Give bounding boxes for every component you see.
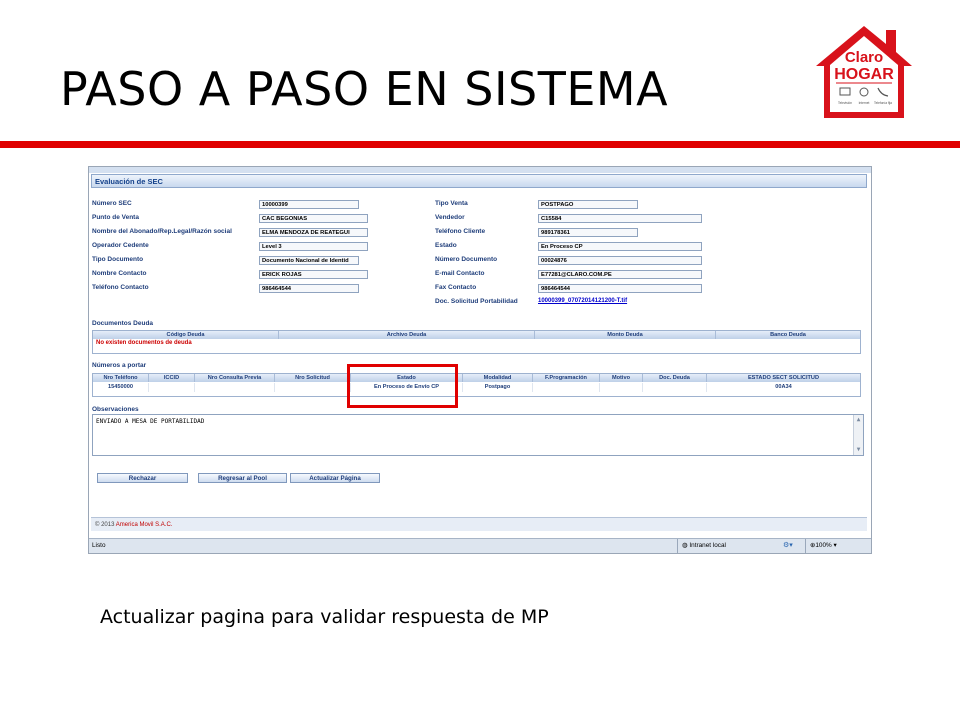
col-doc-deuda[interactable]: Doc. Deuda: [643, 374, 707, 382]
observaciones-title: Observaciones: [92, 406, 139, 413]
documentos-deuda-title: Documentos Deuda: [92, 320, 154, 327]
numeros-portar-title: Números a portar: [92, 362, 147, 369]
field-tipo-documento[interactable]: Documento Nacional de Identid: [259, 256, 359, 265]
regresar-pool-button[interactable]: Regresar al Pool: [198, 473, 287, 483]
label-numero-sec: Número SEC: [92, 200, 132, 207]
security-zone[interactable]: ◍ Intranet local: [677, 539, 726, 553]
no-documents-message: No existen documentos de deuda: [96, 340, 192, 346]
logo-sub-tv: Televisión: [838, 101, 852, 105]
label-fax-contacto: Fax Contacto: [435, 284, 477, 291]
field-numero-sec[interactable]: 10000399: [259, 200, 359, 209]
field-nombre-abonado[interactable]: ELMA MENDOZA DE REATEGUI: [259, 228, 368, 237]
label-estado: Estado: [435, 242, 457, 249]
field-telefono-cliente[interactable]: 989178361: [538, 228, 638, 237]
scroll-down-icon[interactable]: ▼: [854, 445, 863, 455]
col-banco-deuda[interactable]: Banco Deuda: [716, 331, 860, 339]
cell-nro-consulta-previa: [195, 383, 275, 392]
col-nro-solicitud[interactable]: Nro Solicitud: [275, 374, 351, 382]
logo-sub-internet: Internet: [859, 101, 870, 105]
documentos-deuda-header: Código Deuda Archivo Deuda Monto Deuda B…: [93, 331, 860, 339]
claro-hogar-logo: Claro HOGAR Televisión Internet Telefoní…: [816, 26, 912, 118]
field-operador-cedente[interactable]: Level 3: [259, 242, 368, 251]
slide-caption: Actualizar pagina para validar respuesta…: [100, 606, 549, 628]
logo-line2: HOGAR: [834, 66, 894, 83]
col-monto-deuda[interactable]: Monto Deuda: [535, 331, 716, 339]
zoom-control[interactable]: ⊕100% ▾: [805, 539, 837, 553]
label-email-contacto: E-mail Contacto: [435, 270, 485, 277]
doc-solicitud-link[interactable]: 10000399_07072014121200-T.tif: [538, 298, 627, 304]
security-zone-label: Intranet local: [689, 542, 726, 549]
cell-f-programacion: [533, 383, 600, 392]
title-divider: [0, 141, 960, 148]
observaciones-scrollbar[interactable]: ▲ ▼: [853, 415, 863, 455]
label-telefono-cliente: Teléfono Cliente: [435, 228, 486, 235]
cell-iccid: [149, 383, 195, 392]
numeros-portar-grid: Nro Teléfono ICCID Nro Consulta Previa N…: [92, 373, 861, 397]
zoom-level: 100%: [815, 542, 832, 549]
field-punto-venta[interactable]: CAC BEGONIAS: [259, 214, 368, 223]
scroll-up-icon[interactable]: ▲: [854, 415, 863, 425]
status-text: Listo: [92, 542, 106, 549]
numeros-portar-header: Nro Teléfono ICCID Nro Consulta Previa N…: [93, 374, 860, 382]
col-motivo[interactable]: Motivo: [600, 374, 643, 382]
col-archivo-deuda[interactable]: Archivo Deuda: [279, 331, 535, 339]
highlight-box-estado: [347, 364, 458, 408]
browser-screenshot: Evaluación de SEC Número SEC 10000399 Pu…: [88, 166, 872, 554]
documentos-deuda-grid: Código Deuda Archivo Deuda Monto Deuda B…: [92, 330, 861, 354]
globe-icon: ◍: [682, 542, 688, 549]
col-estado-sect-solicitud[interactable]: ESTADO SECT SOLICITUD: [707, 374, 860, 382]
cell-nro-telefono: 15450000: [93, 383, 149, 392]
panel-title: Evaluación de SEC: [91, 174, 867, 188]
col-f-programacion[interactable]: F.Programación: [533, 374, 600, 382]
col-codigo-deuda[interactable]: Código Deuda: [93, 331, 279, 339]
field-vendedor[interactable]: C15584: [538, 214, 702, 223]
col-iccid[interactable]: ICCID: [149, 374, 195, 382]
label-vendedor: Vendedor: [435, 214, 465, 221]
col-modalidad[interactable]: Modalidad: [463, 374, 533, 382]
footer-copyright: © 2013: [95, 522, 115, 528]
window-top-edge: [89, 167, 871, 173]
page-footer: © 2013 America Movil S.A.C.: [91, 517, 867, 531]
cell-estado-sect-solicitud: 00A34: [775, 384, 792, 390]
field-numero-documento[interactable]: 00024876: [538, 256, 702, 265]
cell-motivo: [600, 383, 643, 392]
rechazar-button[interactable]: Rechazar: [97, 473, 188, 483]
label-numero-documento: Número Documento: [435, 256, 498, 263]
label-nombre-contacto: Nombre Contacto: [92, 270, 147, 277]
field-telefono-contacto[interactable]: 986464544: [259, 284, 359, 293]
cell-nro-solicitud: [275, 383, 351, 392]
slide-title: PASO A PASO EN SISTEMA: [60, 62, 669, 116]
protected-mode-icon[interactable]: ⚙▾: [783, 539, 793, 553]
label-doc-solicitud: Doc. Solicitud Portabilidad: [435, 298, 518, 305]
label-tipo-documento: Tipo Documento: [92, 256, 144, 263]
label-operador-cedente: Operador Cedente: [92, 242, 149, 249]
footer-company: America Movil S.A.C.: [115, 522, 173, 528]
field-nombre-contacto[interactable]: ERICK ROJAS: [259, 270, 368, 279]
actualizar-pagina-button[interactable]: Actualizar Página: [290, 473, 380, 483]
col-nro-telefono[interactable]: Nro Teléfono: [93, 374, 149, 382]
label-telefono-contacto: Teléfono Contacto: [92, 284, 149, 291]
col-nro-consulta-previa[interactable]: Nro Consulta Previa: [195, 374, 275, 382]
field-tipo-venta[interactable]: POSTPAGO: [538, 200, 638, 209]
logo-line1: Claro: [845, 49, 883, 66]
field-fax-contacto[interactable]: 986464544: [538, 284, 702, 293]
label-punto-venta: Punto de Venta: [92, 214, 139, 221]
label-nombre-abonado: Nombre del Abonado/Rep.Legal/Razón socia…: [92, 228, 232, 235]
observaciones-textarea[interactable]: ENVIADO A MESA DE PORTABILIDAD ▲ ▼: [92, 414, 864, 456]
observaciones-text: ENVIADO A MESA DE PORTABILIDAD: [96, 418, 205, 425]
browser-status-bar: Listo ◍ Intranet local ⚙▾ ⊕100% ▾: [89, 538, 871, 553]
logo-sub-telefonia: Telefonía fija: [874, 101, 892, 105]
field-email-contacto[interactable]: E77281@CLARO.COM.PE: [538, 270, 702, 279]
field-estado[interactable]: En Proceso CP: [538, 242, 702, 251]
cell-modalidad: Postpago: [463, 383, 533, 392]
label-tipo-venta: Tipo Venta: [435, 200, 468, 207]
cell-doc-deuda: [643, 383, 707, 392]
